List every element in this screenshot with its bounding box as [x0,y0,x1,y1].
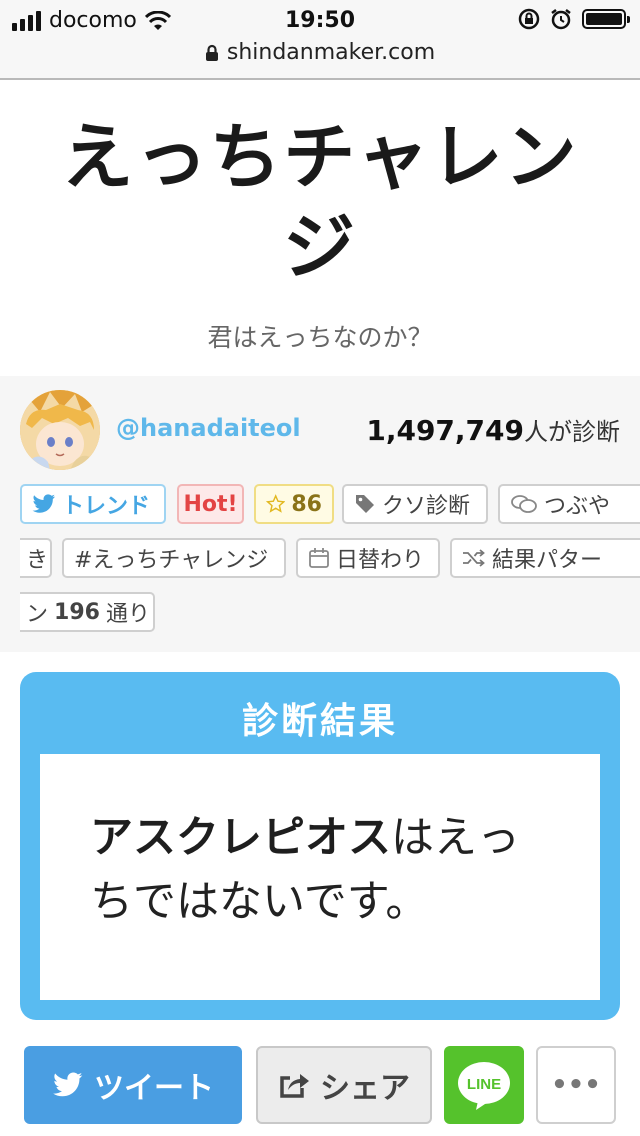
tweet-button[interactable]: ツイート [24,1046,242,1124]
daily-label: 日替わり [336,548,425,573]
tag-icon [356,495,374,513]
category-tag[interactable]: クソ診断 [342,484,488,524]
pattern-label-b: ン [26,602,49,627]
twitter-bird-icon [53,1072,83,1097]
pattern-suffix: 通り [105,602,150,627]
favorite-count: 86 [291,491,322,517]
result-body: アスクレピオスはえっちではないです。 [40,754,600,1000]
status-bar: docomo 19:50 shindanmaker.com [0,0,640,80]
status-icons [518,8,630,30]
share-button[interactable]: シェア [256,1046,432,1124]
tweet-feed-tag-cont[interactable]: き [20,538,52,578]
pattern-count: 196 [54,599,100,625]
rotation-lock-icon [518,8,540,30]
address-bar[interactable]: shindanmaker.com [0,40,640,65]
result-name: アスクレピオス [90,813,391,863]
speech-bubbles-icon [511,495,537,513]
star-icon [266,494,286,513]
pattern-tag: 結果パター [450,538,640,578]
result-header: 診断結果 [241,701,398,742]
share-label: シェア [320,1071,410,1106]
twitter-bird-icon [32,494,55,513]
line-logo-icon: LINE [458,1062,510,1110]
line-logo-text: LINE [467,1076,501,1093]
tweet-feed-tag[interactable]: つぶや [498,484,640,524]
line-button[interactable]: LINE [444,1046,524,1124]
author-avatar[interactable] [20,390,100,470]
alarm-icon [551,9,571,30]
daily-tag: 日替わり [296,538,440,578]
avatar-illustration [20,390,100,470]
trend-label: トレンド [62,494,151,519]
count-suffix: 人が診断 [524,418,620,446]
trend-tag[interactable]: トレンド [20,484,166,524]
pattern-label-a: 結果パター [492,548,603,573]
calendar-icon [309,548,329,568]
tweet-label: ツイート [94,1071,214,1106]
pattern-tag-cont: ン 196 通り [20,592,155,632]
tweet-feed-label-a: つぶや [544,494,611,519]
tweet-feed-label-b: き [26,548,49,573]
count-number: 1,497,749 [366,414,524,447]
page-subtitle: 君はえっちなのか？ [207,323,433,352]
favorite-button[interactable]: 86 [254,484,334,524]
shuffle-icon [463,549,485,567]
hashtag-tag[interactable]: #えっちチャレンジ [62,538,286,578]
more-button[interactable]: ••• [536,1046,616,1124]
diagnosis-count: 1,497,749人が診断 [366,412,620,447]
result-panel: 診断結果 アスクレピオスはえっちではないです。 [20,672,620,1020]
hot-label: Hot! [183,491,238,517]
hashtag-label: #えっちチャレンジ [74,548,269,573]
share-icon [280,1074,309,1098]
more-icon: ••• [551,1070,601,1100]
hot-badge: Hot! [177,484,244,524]
category-label: クソ診断 [382,494,471,519]
lock-icon [205,44,218,61]
url-text: shindanmaker.com [226,40,436,65]
diagnosis-info: @hanadaiteol 1,497,749人が診断 トレンド Hot! 86 … [0,376,640,652]
page-title: えっちチャレンジ [61,115,579,289]
author-link[interactable]: @hanadaiteol [116,414,301,442]
battery-icon [582,9,630,29]
